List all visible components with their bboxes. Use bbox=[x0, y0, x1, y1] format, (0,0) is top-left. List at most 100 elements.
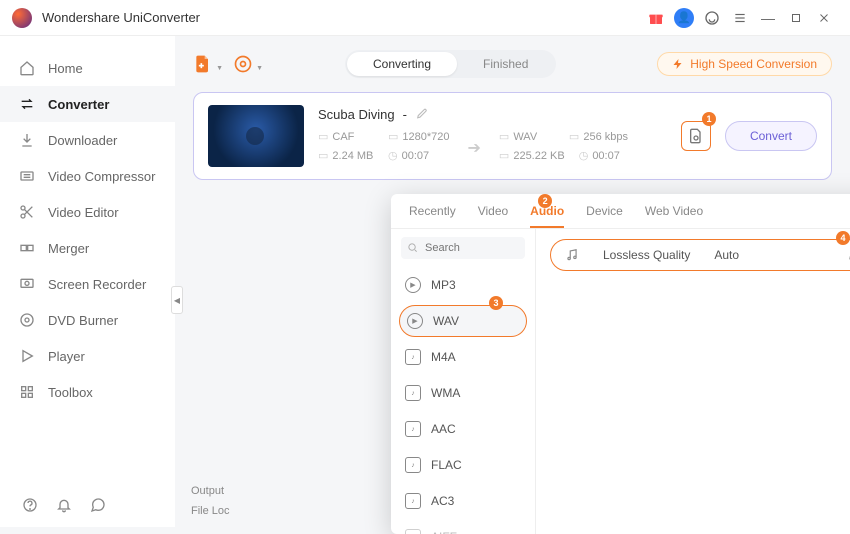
file-title: Scuba Diving bbox=[318, 107, 395, 122]
compressor-icon bbox=[18, 167, 36, 185]
folder-icon: ▭ bbox=[499, 149, 509, 162]
audio-format-icon: ♪ bbox=[405, 421, 421, 437]
format-item-m4a[interactable]: ♪M4A bbox=[391, 339, 535, 375]
support-icon[interactable] bbox=[698, 4, 726, 32]
converter-icon bbox=[18, 95, 36, 113]
sidebar-item-player[interactable]: Player bbox=[0, 338, 175, 374]
preset-quality: Lossless Quality bbox=[603, 248, 690, 262]
resolution-icon: ▭ bbox=[388, 130, 398, 143]
sidebar-item-label: Converter bbox=[48, 97, 109, 112]
bell-icon[interactable] bbox=[56, 497, 72, 513]
chevron-down-icon: ▼ bbox=[216, 65, 223, 72]
format-item-flac[interactable]: ♪ FLAC bbox=[391, 447, 535, 483]
high-speed-toggle[interactable]: High Speed Conversion bbox=[657, 52, 832, 76]
gift-icon[interactable] bbox=[642, 4, 670, 32]
sidebar-item-converter[interactable]: Converter bbox=[0, 86, 175, 122]
sidebar-item-dvd[interactable]: DVD Burner bbox=[0, 302, 175, 338]
menu-icon[interactable] bbox=[726, 4, 754, 32]
sidebar-item-compressor[interactable]: Video Compressor bbox=[0, 158, 175, 194]
sidebar-item-label: Screen Recorder bbox=[48, 277, 146, 292]
play-icon bbox=[18, 347, 36, 365]
sidebar-item-label: Downloader bbox=[48, 133, 117, 148]
sidebar-item-toolbox[interactable]: Toolbox bbox=[0, 374, 175, 410]
dst-duration: 00:07 bbox=[592, 150, 620, 162]
maximize-icon[interactable] bbox=[782, 4, 810, 32]
format-item-aac[interactable]: ♪ AAC bbox=[391, 411, 535, 447]
tab-device[interactable]: Device bbox=[586, 204, 623, 228]
format-label: WAV bbox=[433, 314, 459, 328]
download-icon bbox=[18, 131, 36, 149]
sidebar-item-editor[interactable]: Video Editor bbox=[0, 194, 175, 230]
file-title-dash: - bbox=[403, 107, 407, 122]
callout-4: 4 bbox=[836, 231, 850, 245]
tab-audio[interactable]: Audio 2 bbox=[530, 204, 564, 228]
format-item-wma[interactable]: ♪WMA bbox=[391, 375, 535, 411]
preset-panel: Lossless Quality Auto 4 bbox=[536, 229, 850, 534]
src-duration: 00:07 bbox=[402, 150, 430, 162]
scissors-icon bbox=[18, 203, 36, 221]
folder-icon: ▭ bbox=[318, 149, 328, 162]
convert-button[interactable]: Convert bbox=[725, 121, 817, 151]
format-label: MP3 bbox=[431, 278, 456, 292]
thumbnail[interactable] bbox=[208, 105, 304, 167]
home-icon bbox=[18, 59, 36, 77]
format-item-wav[interactable]: ▶WAV 3 bbox=[399, 305, 527, 337]
dst-bitrate: 256 kbps bbox=[583, 131, 628, 143]
format-settings-button[interactable]: 1 bbox=[681, 121, 711, 151]
file-icon: ▭ bbox=[499, 130, 509, 143]
sidebar-item-recorder[interactable]: Screen Recorder bbox=[0, 266, 175, 302]
search-input[interactable] bbox=[401, 237, 525, 259]
file-title-row: Scuba Diving - bbox=[318, 107, 667, 122]
titlebar: Wondershare UniConverter 👤 — bbox=[0, 0, 850, 36]
account-icon[interactable]: 👤 bbox=[670, 4, 698, 32]
format-label: WMA bbox=[431, 386, 460, 400]
high-speed-label: High Speed Conversion bbox=[690, 57, 817, 71]
sidebar-item-label: Video Compressor bbox=[48, 169, 155, 184]
chevron-down-icon: ▼ bbox=[256, 65, 263, 72]
bottom-info: Output File Loc bbox=[191, 485, 230, 517]
tab-video[interactable]: Video bbox=[478, 204, 508, 228]
sidebar-item-label: Video Editor bbox=[48, 205, 119, 220]
format-item-mp3[interactable]: ▶ MP3 bbox=[391, 267, 535, 303]
help-icon[interactable] bbox=[22, 497, 38, 513]
tab-converting[interactable]: Converting bbox=[347, 52, 457, 76]
output-label: Output bbox=[191, 485, 230, 497]
sidebar-item-label: Merger bbox=[48, 241, 89, 256]
format-label: FLAC bbox=[431, 458, 462, 472]
format-label: AIFF bbox=[431, 530, 457, 534]
format-item-ac3[interactable]: ♪AC3 bbox=[391, 483, 535, 519]
sidebar-item-label: DVD Burner bbox=[48, 313, 118, 328]
sidebar-bottom bbox=[0, 497, 106, 513]
audio-format-icon: ♪ bbox=[405, 457, 421, 473]
add-file-button[interactable]: ▼ bbox=[193, 54, 213, 74]
src-format: CAF bbox=[332, 131, 354, 143]
tab-webvideo[interactable]: Web Video bbox=[645, 204, 703, 228]
edit-title-icon[interactable] bbox=[415, 108, 428, 121]
format-popup: Recently Video Audio 2 Device Web Video … bbox=[391, 194, 850, 534]
src-resolution: 1280*720 bbox=[402, 131, 449, 143]
sidebar-item-label: Home bbox=[48, 61, 83, 76]
app-logo bbox=[12, 8, 32, 28]
popup-tabs: Recently Video Audio 2 Device Web Video bbox=[391, 194, 850, 229]
sidebar-item-downloader[interactable]: Downloader bbox=[0, 122, 175, 158]
tab-finished[interactable]: Finished bbox=[457, 52, 554, 76]
sidebar: Home Converter Downloader Video Compress… bbox=[0, 36, 175, 527]
toolbar: ▼ ▼ Converting Finished High Speed Conve… bbox=[193, 50, 832, 78]
clock-icon: ◷ bbox=[388, 149, 398, 162]
tab-recently[interactable]: Recently bbox=[409, 204, 456, 228]
audio-format-icon: ▶ bbox=[405, 277, 421, 293]
disc-icon bbox=[18, 311, 36, 329]
sidebar-item-merger[interactable]: Merger bbox=[0, 230, 175, 266]
feedback-icon[interactable] bbox=[90, 497, 106, 513]
search-icon bbox=[407, 242, 418, 253]
minimize-icon[interactable]: — bbox=[754, 4, 782, 32]
format-label: AAC bbox=[431, 422, 456, 436]
format-search bbox=[401, 237, 525, 259]
status-tabs: Converting Finished bbox=[345, 50, 556, 78]
merger-icon bbox=[18, 239, 36, 257]
file-loc-label: File Loc bbox=[191, 505, 230, 517]
close-icon[interactable] bbox=[810, 4, 838, 32]
preset-row[interactable]: Lossless Quality Auto 4 bbox=[550, 239, 850, 271]
sidebar-item-home[interactable]: Home bbox=[0, 50, 175, 86]
add-dvd-button[interactable]: ▼ bbox=[233, 54, 253, 74]
